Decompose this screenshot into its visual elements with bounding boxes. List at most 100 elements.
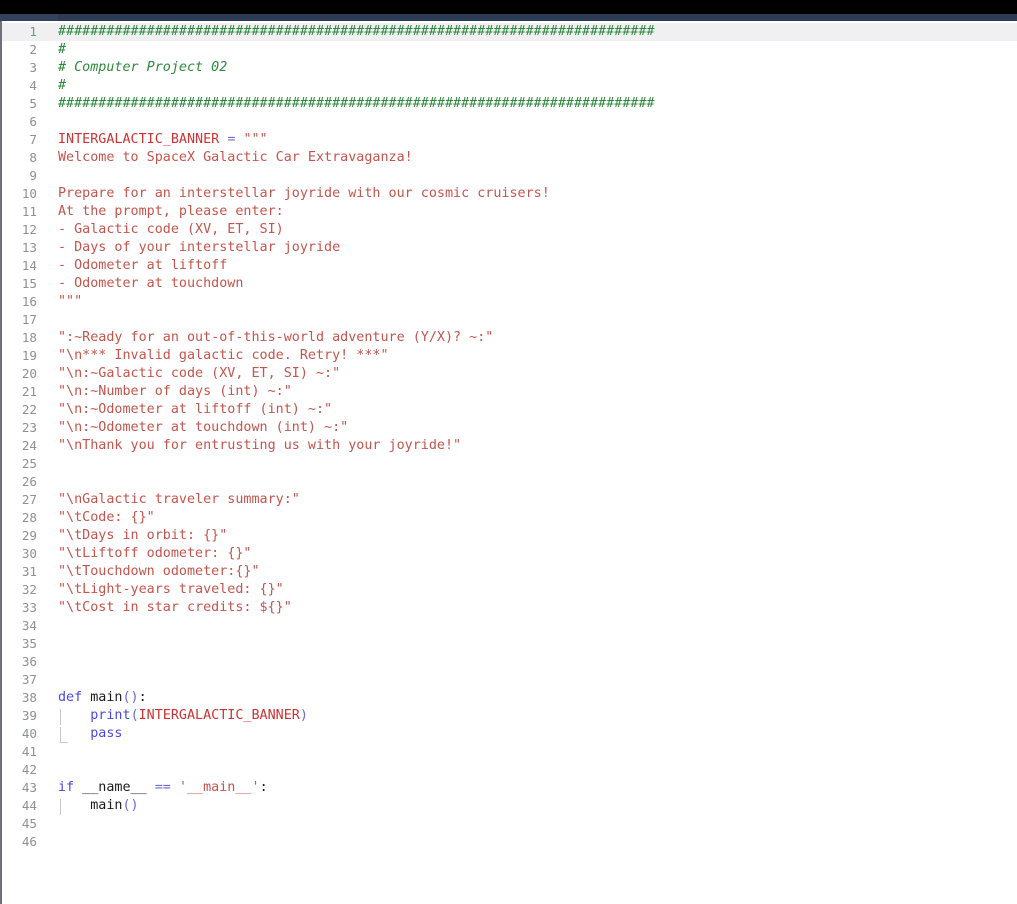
- code-line-text: #: [58, 77, 66, 95]
- code-line-text: "\nThank you for entrusting us with your…: [58, 437, 461, 455]
- code-line[interactable]: 2 #: [2, 41, 1017, 59]
- token-plain: main: [90, 690, 123, 705]
- code-line[interactable]: 12 - Galactic code (XV, ET, SI): [2, 221, 1017, 239]
- token-plain: main: [90, 798, 123, 813]
- code-line-text: ########################################…: [58, 23, 655, 41]
- code-line[interactable]: 42: [2, 761, 1017, 779]
- code-line[interactable]: 28 "\tCode: {}": [2, 509, 1017, 527]
- code-line[interactable]: 18 ":~Ready for an out-of-this-world adve…: [2, 329, 1017, 347]
- code-line[interactable]: 34: [2, 617, 1017, 635]
- line-number: 20: [21, 366, 37, 381]
- code-line[interactable]: 45: [2, 815, 1017, 833]
- line-number: 37: [21, 672, 37, 687]
- code-line[interactable]: 20 "\n:~Galactic code (XV, ET, SI) ~:": [2, 365, 1017, 383]
- line-number: 38: [21, 690, 37, 705]
- code-line[interactable]: 10 Prepare for an interstellar joyride wi…: [2, 185, 1017, 203]
- code-line-text: main(): [58, 797, 139, 815]
- code-line-text: "\tDays in orbit: {}": [58, 527, 227, 545]
- code-line[interactable]: 16 """: [2, 293, 1017, 311]
- code-line-text: "\tCost in star credits: ${}": [58, 599, 292, 617]
- token-string: "\tDays in orbit: {}": [58, 528, 228, 543]
- code-line[interactable]: 44 main(): [2, 797, 1017, 815]
- token-identifier: INTERGALACTIC_BANNER: [58, 132, 220, 147]
- code-line[interactable]: 39 print(INTERGALACTIC_BANNER): [2, 707, 1017, 725]
- code-line[interactable]: 3 # Computer Project 02: [2, 59, 1017, 77]
- code-line[interactable]: 26: [2, 473, 1017, 491]
- code-line[interactable]: 4 #: [2, 77, 1017, 95]
- code-line[interactable]: 46: [2, 833, 1017, 851]
- code-line[interactable]: 24 "\nThank you for entrusting us with yo…: [2, 437, 1017, 455]
- code-line[interactable]: 22 "\n:~Odometer at liftoff (int) ~:": [2, 401, 1017, 419]
- code-line-text: - Odometer at touchdown: [58, 275, 243, 293]
- line-number: 19: [21, 348, 37, 363]
- line-number: 41: [21, 744, 37, 759]
- line-number: 1: [29, 24, 37, 39]
- code-line[interactable]: 38 def main():: [2, 689, 1017, 707]
- token-comment: ########################################…: [58, 96, 655, 111]
- tab-active-file[interactable]: [0, 14, 58, 21]
- code-line-text: "\nGalactic traveler summary:": [58, 491, 300, 509]
- token-string: - Days of your interstellar joyride: [58, 240, 341, 255]
- token-string: Prepare for an interstellar joyride with…: [58, 186, 550, 201]
- line-number: 27: [21, 492, 37, 507]
- code-line[interactable]: 6: [2, 113, 1017, 131]
- code-line-text: pass: [58, 725, 122, 743]
- code-line-text: ":~Ready for an out-of-this-world advent…: [58, 329, 493, 347]
- code-line[interactable]: 7 INTERGALACTIC_BANNER = """: [2, 131, 1017, 149]
- code-line[interactable]: 25: [2, 455, 1017, 473]
- code-line-text: "\tCode: {}": [58, 509, 155, 527]
- code-line[interactable]: 35: [2, 635, 1017, 653]
- line-number: 40: [21, 726, 37, 741]
- token-plain: __name__: [74, 780, 155, 795]
- token-operator: ): [299, 708, 308, 723]
- code-line[interactable]: 27 "\nGalactic traveler summary:": [2, 491, 1017, 509]
- window-titlebar: [0, 0, 1017, 14]
- code-editor[interactable]: 1 #######################################…: [0, 21, 1017, 904]
- line-number: 5: [29, 96, 37, 111]
- token-operator: (: [130, 708, 139, 723]
- line-number: 31: [21, 564, 37, 579]
- code-line[interactable]: 33 "\tCost in star credits: ${}": [2, 599, 1017, 617]
- code-line[interactable]: 40 pass: [2, 725, 1017, 743]
- line-number: 36: [21, 654, 37, 669]
- code-line[interactable]: 32 "\tLight-years traveled: {}": [2, 581, 1017, 599]
- token-string: - Odometer at liftoff: [58, 258, 228, 273]
- code-line[interactable]: 36: [2, 653, 1017, 671]
- token-string: "\nGalactic traveler summary:": [58, 492, 300, 507]
- code-line[interactable]: 14 - Odometer at liftoff: [2, 257, 1017, 275]
- code-line-text: if __name__ == '__main__':: [58, 779, 268, 797]
- line-number: 15: [21, 276, 37, 291]
- token-operator: (): [122, 798, 139, 813]
- line-number: 7: [29, 132, 37, 147]
- code-line[interactable]: 11 At the prompt, please enter:: [2, 203, 1017, 221]
- code-line[interactable]: 13 - Days of your interstellar joyride: [2, 239, 1017, 257]
- line-number: 26: [21, 474, 37, 489]
- token-string: "\n:~Odometer at liftoff (int) ~:": [58, 402, 333, 417]
- code-line-text: INTERGALACTIC_BANNER = """: [58, 131, 268, 149]
- code-line-text: print(INTERGALACTIC_BANNER): [58, 707, 308, 725]
- token-string: "\tLiftoff odometer: {}": [58, 546, 252, 561]
- token-keyword: def: [58, 690, 83, 705]
- code-line[interactable]: 41: [2, 743, 1017, 761]
- code-lines-container[interactable]: 1 #######################################…: [2, 21, 1017, 851]
- code-line[interactable]: 29 "\tDays in orbit: {}": [2, 527, 1017, 545]
- line-number: 18: [21, 330, 37, 345]
- code-line[interactable]: 37: [2, 671, 1017, 689]
- code-line[interactable]: 23 "\n:~Odometer at touchdown (int) ~:": [2, 419, 1017, 437]
- code-line[interactable]: 21 "\n:~Number of days (int) ~:": [2, 383, 1017, 401]
- code-line[interactable]: 9: [2, 167, 1017, 185]
- code-line[interactable]: 15 - Odometer at touchdown: [2, 275, 1017, 293]
- code-line[interactable]: 19 "\n*** Invalid galactic code. Retry! *…: [2, 347, 1017, 365]
- code-line[interactable]: 31 "\tTouchdown odometer:{}": [2, 563, 1017, 581]
- code-line[interactable]: 5 #######################################…: [2, 95, 1017, 113]
- line-number: 9: [29, 168, 37, 183]
- code-line[interactable]: 43 if __name__ == '__main__':: [2, 779, 1017, 797]
- code-line[interactable]: 8 Welcome to SpaceX Galactic Car Extravag…: [2, 149, 1017, 167]
- code-line[interactable]: 1 #######################################…: [2, 23, 1017, 41]
- code-line[interactable]: 17: [2, 311, 1017, 329]
- code-line[interactable]: 30 "\tLiftoff odometer: {}": [2, 545, 1017, 563]
- line-number: 39: [21, 708, 37, 723]
